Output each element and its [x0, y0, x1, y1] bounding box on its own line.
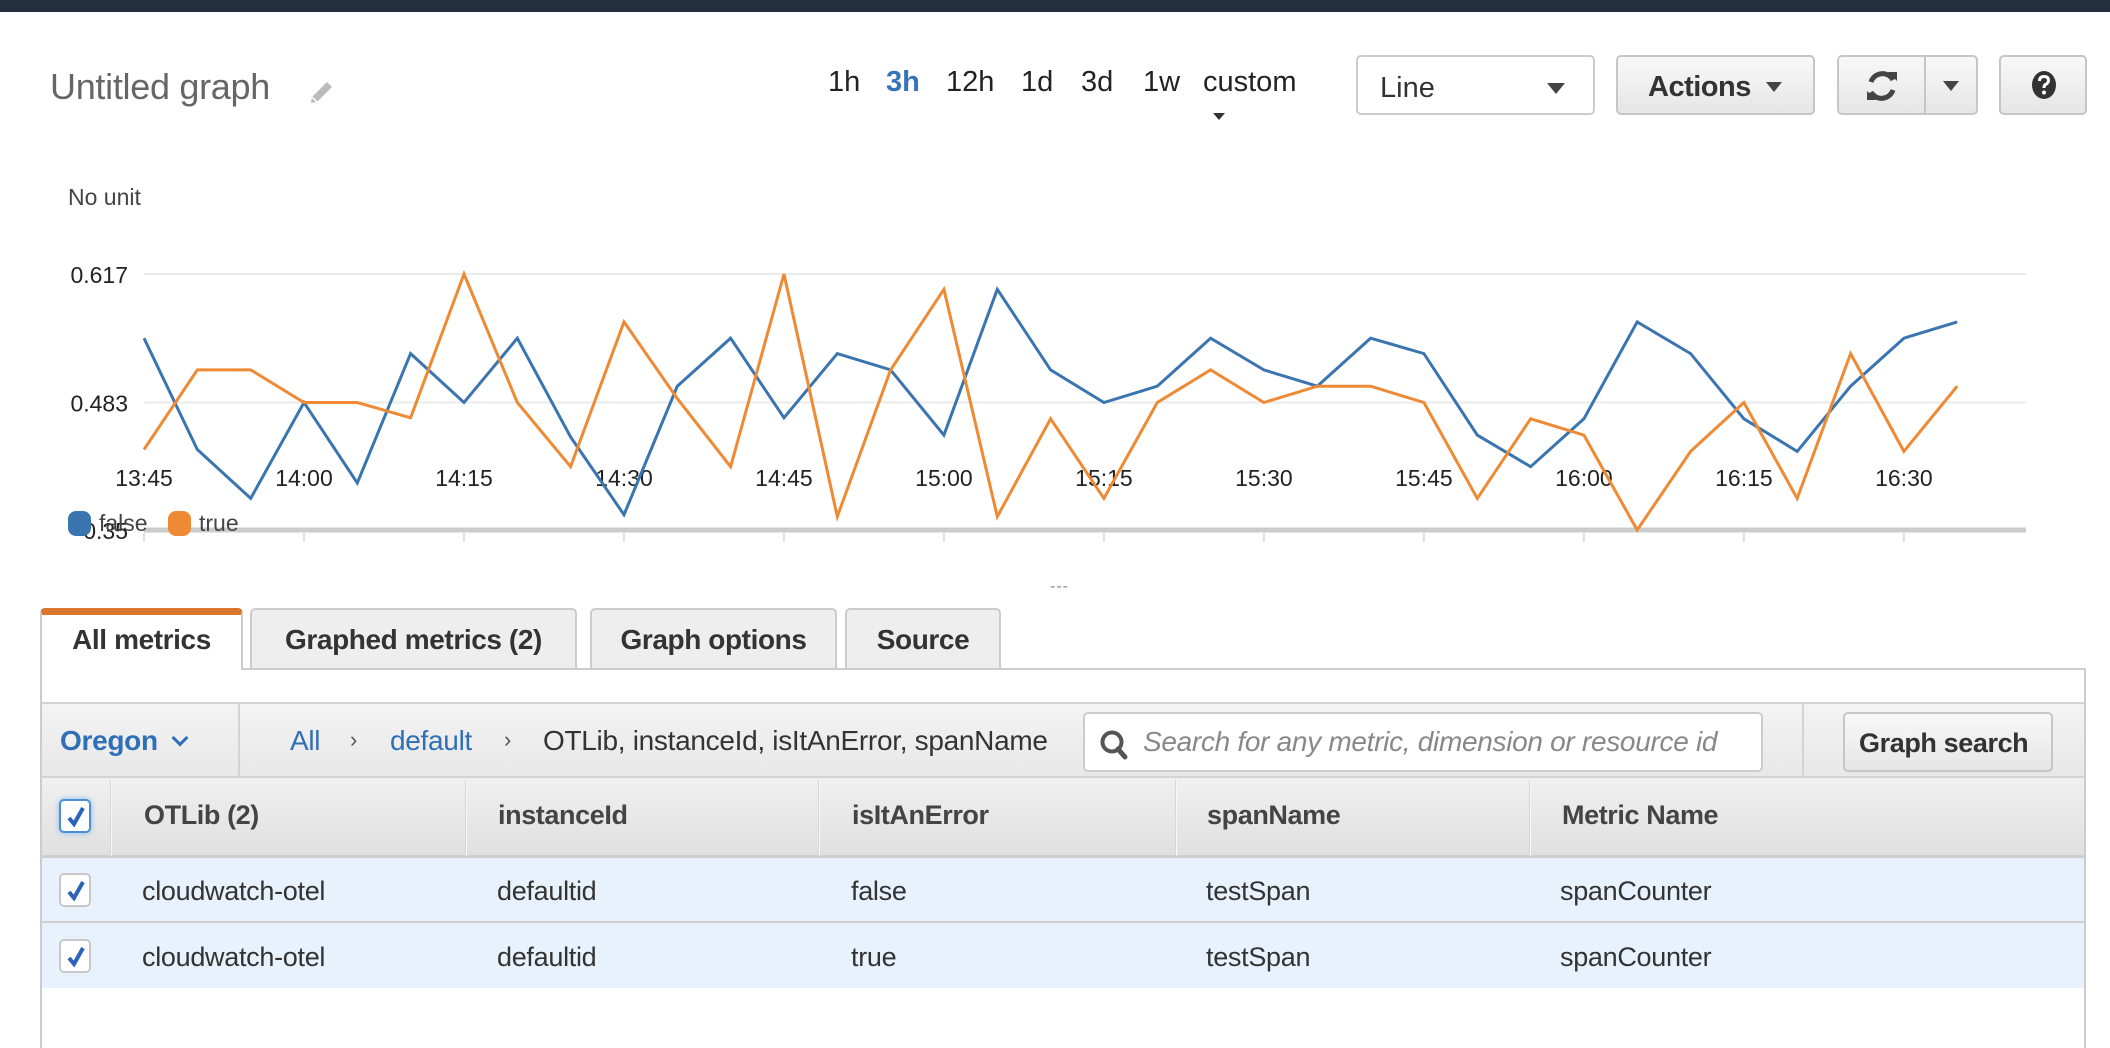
table-row[interactable]	[40, 923, 2086, 988]
cell-instanceid: defaultid	[497, 942, 597, 972]
refresh-button-group	[1837, 55, 1978, 115]
chart-type-value: Line	[1380, 72, 1435, 104]
y-tick-label: 0.483	[70, 390, 128, 416]
series-line-false	[142, 285, 1958, 518]
column-header-metric-name[interactable]: Metric Name	[1562, 800, 1719, 831]
row-checkbox[interactable]	[59, 939, 91, 973]
legend-item-true[interactable]: true	[168, 510, 239, 537]
legend-label: false	[99, 510, 148, 536]
y-axis-unit-label: No unit	[68, 184, 141, 210]
legend-swatch	[68, 511, 91, 536]
x-tick-label: 15:30	[1235, 465, 1293, 491]
region-label: Oregon	[60, 725, 158, 756]
cell-otlib: cloudwatch-otel	[142, 942, 326, 972]
tab-source[interactable]: Source	[845, 608, 1001, 668]
chevron-down-icon	[171, 729, 189, 747]
refresh-options-dropdown[interactable]	[1926, 57, 1978, 113]
select-all-checkbox[interactable]	[59, 799, 91, 833]
caret-down-icon	[1766, 82, 1782, 92]
column-divider	[818, 780, 820, 856]
graph-resize-handle[interactable]: ---	[1050, 578, 1069, 596]
range-custom[interactable]: custom	[1203, 66, 1296, 132]
x-tick-label: 14:00	[275, 465, 333, 491]
tab-graphed-metrics[interactable]: Graphed metrics (2)	[250, 608, 577, 668]
breadcrumb-all[interactable]: All	[290, 725, 321, 757]
table-row[interactable]	[40, 858, 2086, 924]
caret-down-icon	[1547, 83, 1565, 94]
x-tick-label: 14:15	[435, 465, 493, 491]
column-header-otlib[interactable]: OTLib (2)	[144, 800, 259, 831]
x-tick-label: 14:30	[595, 465, 653, 491]
region-selector[interactable]: Oregon	[60, 725, 189, 757]
cell-metric-name: spanCounter	[1560, 942, 1712, 972]
legend-item-false[interactable]: false	[68, 510, 148, 537]
x-tick-label: 14:45	[755, 465, 813, 491]
actions-label: Actions	[1648, 71, 1751, 103]
search-icon	[1099, 729, 1129, 761]
column-divider	[465, 780, 467, 856]
toolbar-divider	[238, 704, 240, 776]
graph-search-button[interactable]: Graph search	[1843, 712, 2053, 772]
range-3h[interactable]: 3h	[886, 66, 920, 99]
caret-down-icon	[1213, 112, 1225, 120]
cell-spanname: testSpan	[1206, 942, 1311, 972]
x-tick-label: 13:45	[115, 465, 173, 491]
cell-isitanerror: true	[851, 942, 897, 972]
metric-search-input[interactable]	[1141, 722, 1751, 762]
column-header-isitanerror[interactable]: isItAnError	[852, 800, 989, 831]
chevron-right-icon: ›	[350, 727, 358, 752]
x-tick-label: 16:15	[1715, 465, 1773, 491]
column-header-spanname[interactable]: spanName	[1207, 800, 1341, 831]
chevron-right-icon: ›	[504, 727, 512, 752]
tab-graph-options[interactable]: Graph options	[590, 608, 837, 668]
column-divider	[1529, 780, 1531, 856]
tab-all-metrics[interactable]: All metrics	[40, 608, 243, 670]
cell-isitanerror: false	[851, 876, 907, 906]
checkmark-icon	[67, 807, 85, 828]
row-checkbox[interactable]	[59, 873, 91, 907]
range-custom-label: custom	[1203, 66, 1297, 98]
checkmark-icon	[67, 947, 85, 968]
range-1w[interactable]: 1w	[1143, 66, 1180, 99]
y-tick-label: 0.617	[70, 262, 128, 288]
column-divider	[110, 780, 112, 856]
x-tick-label: 16:30	[1875, 465, 1933, 491]
refresh-icon[interactable]	[1863, 68, 1901, 104]
graph-title[interactable]: Untitled graph	[50, 66, 270, 108]
table-header	[40, 778, 2086, 858]
legend-label: true	[199, 510, 239, 536]
checkmark-icon	[67, 881, 85, 902]
metrics-browser-toolbar	[40, 702, 2086, 778]
column-header-instanceid[interactable]: instanceId	[498, 800, 628, 831]
legend-swatch	[168, 511, 191, 536]
cell-spanname: testSpan	[1206, 876, 1311, 906]
x-tick-label: 15:00	[915, 465, 973, 491]
help-icon	[2031, 70, 2057, 100]
caret-down-icon	[1943, 81, 1959, 91]
range-1h[interactable]: 1h	[828, 66, 860, 99]
range-1d[interactable]: 1d	[1021, 66, 1053, 99]
range-12h[interactable]: 12h	[946, 66, 994, 99]
x-tick-label: 15:15	[1075, 465, 1133, 491]
help-button[interactable]	[1999, 55, 2087, 115]
metric-search-field	[1083, 712, 1763, 772]
x-tick-label: 15:45	[1395, 465, 1453, 491]
cell-otlib: cloudwatch-otel	[142, 876, 326, 906]
x-tick-label: 16:00	[1555, 465, 1613, 491]
cell-instanceid: defaultid	[497, 876, 597, 906]
column-divider	[1175, 780, 1177, 856]
cell-metric-name: spanCounter	[1560, 876, 1712, 906]
toolbar-divider	[1802, 704, 1804, 776]
series-line-true	[142, 269, 1959, 533]
breadcrumb-default[interactable]: default	[390, 725, 472, 757]
console-top-bar	[0, 0, 2110, 12]
breadcrumb-current: OTLib, instanceId, isItAnError, spanName	[543, 725, 1048, 756]
range-3d[interactable]: 3d	[1081, 66, 1113, 99]
chart-type-select[interactable]: Line	[1356, 55, 1595, 115]
actions-button[interactable]: Actions	[1616, 55, 1815, 115]
pencil-icon[interactable]	[306, 78, 336, 108]
graph-search-label: Graph search	[1859, 728, 2029, 758]
